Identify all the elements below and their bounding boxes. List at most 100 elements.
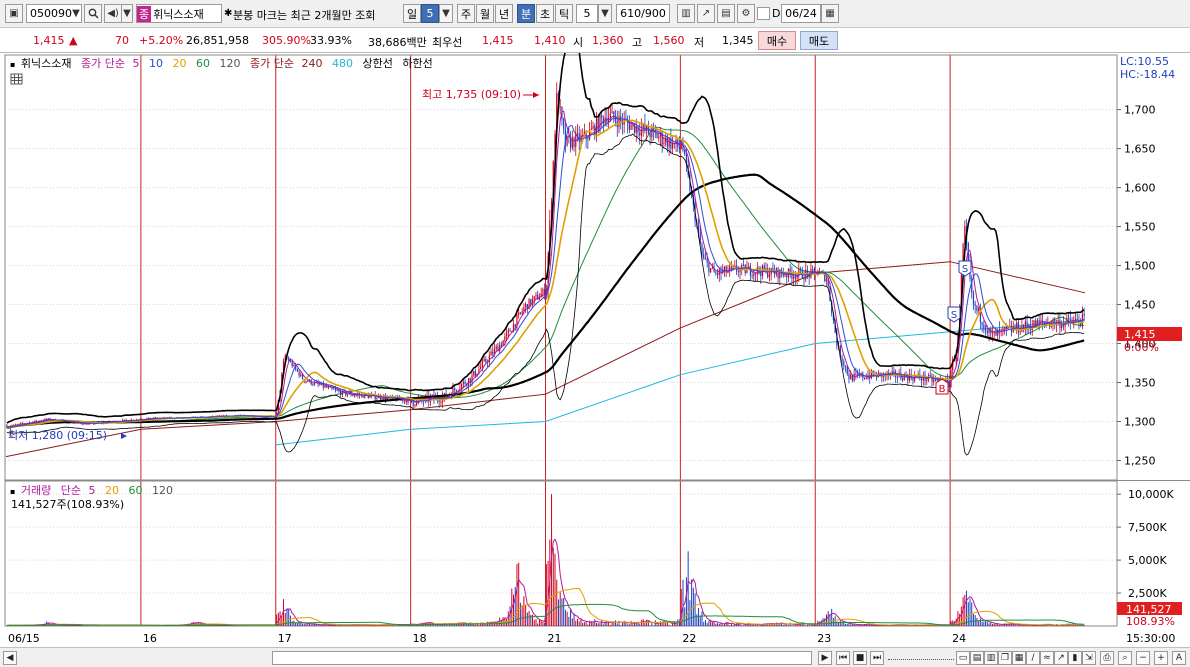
candle-body [628,123,630,130]
split-icon[interactable]: ▥ [984,651,998,665]
price-tick-label: 1,250 [1124,455,1156,468]
candle-body [663,142,665,145]
font-size-icon[interactable]: A [1172,651,1186,665]
date-input[interactable]: 06/24 [781,4,821,23]
trend-icon[interactable]: ↗ [1054,651,1068,665]
change-percent: +5.20% [139,34,184,47]
candle-body [505,332,508,337]
candle-body [976,305,978,311]
period-month-button[interactable]: 월 [476,4,494,23]
scroll-left-icon[interactable]: ◀ [3,651,17,665]
high-annotation: 최고 1,735 (09:10) [422,88,521,101]
candle-body [784,275,786,277]
candle-body [542,289,544,294]
zoom-slider[interactable] [888,651,954,665]
buy-signal-marker: B [935,378,949,395]
gear-icon[interactable]: ⚙ [737,4,755,23]
candle-body [710,268,712,273]
sell-button[interactable]: 매도 [800,31,838,50]
window-menu-icon[interactable]: ▣ [5,4,23,23]
buy-button[interactable]: 매수 [758,31,796,50]
drawing-icon[interactable]: ↗ [697,4,715,23]
horizontal-scrollbar[interactable]: ◀ ▶ ⏮ ■ ⏭ ▭ ▤ ▥ ❐ ▦ ∕ ≈ ↗ ▮ ⇲ ⎙ ⌕ − + A [0,647,1190,667]
stock-name-box[interactable]: 종 휘닉스소재 [136,4,222,23]
volume-axis: 2,500K 5,000K 7,500K 10,000K [1117,488,1174,600]
sync-icon[interactable]: ▭ [956,651,970,665]
period-tick-button[interactable]: 틱 [555,4,573,23]
count-input[interactable]: 610/900 [616,4,670,23]
zoom-out-icon[interactable]: − [1136,651,1150,665]
layout-icon[interactable]: ▤ [970,651,984,665]
interval-input[interactable]: 5 [576,4,598,23]
volume-legend-ma5: 5 [89,484,96,497]
checkbox[interactable] [757,7,770,20]
expand-icon[interactable]: ⇲ [1082,651,1096,665]
wave-icon[interactable]: ≈ [1040,651,1054,665]
candle-body [590,128,592,131]
day-dividers [140,55,951,626]
high-label: 고 [632,36,643,49]
zoom-icon[interactable]: ⌕ [1118,651,1132,665]
candle-body [1005,327,1007,329]
zoom-in-icon[interactable]: + [1154,651,1168,665]
search-icon[interactable] [84,4,102,23]
period-second-button[interactable]: 초 [536,4,554,23]
candle-body [576,133,579,135]
candle-body [296,368,298,372]
time-label: 15:30:00 [1126,632,1175,645]
candle-body [1076,318,1078,320]
low-price: 1,345 [722,34,754,47]
stock-name: 휘닉스소재 [153,7,204,21]
volume-tick-label: 10,000K [1128,488,1174,501]
candle-body [504,336,506,341]
candle-body [339,391,342,395]
scroll-right-icon[interactable]: ▶ [818,651,832,665]
price-tick-label: 1,350 [1124,377,1156,390]
candle-body [651,128,653,138]
time-tick-label: 24 [952,632,966,645]
time-tick-label: 18 [413,632,427,645]
print-icon[interactable]: ⎙ [1100,651,1114,665]
calendar-icon[interactable]: ▦ [821,4,839,23]
time-tick-label: 21 [548,632,562,645]
sell-signal-marker: S [958,260,972,277]
candle-body [563,118,565,130]
stock-type-badge: 종 [137,5,152,22]
candle-body [649,133,651,138]
current-price: 1,415 [33,34,65,47]
chart-icon[interactable]: ▦ [1012,651,1026,665]
candle-body [592,125,594,129]
candle-body [289,360,292,362]
candle-body [794,276,796,279]
skip-forward-icon[interactable]: ⏭ [870,651,884,665]
sound-dropdown-icon[interactable]: ▼ [121,4,133,23]
bar-icon[interactable]: ▮ [1068,651,1082,665]
save-icon[interactable]: ▤ [717,4,735,23]
sound-icon[interactable]: ◀) [104,4,122,23]
sell-signal-marker: S [947,306,961,323]
legend-ma60: 60 [196,57,210,70]
period-year-button[interactable]: 년 [495,4,513,23]
candle-body [521,311,523,313]
indicator-icon[interactable]: ▥ [677,4,695,23]
candle-body [806,270,809,273]
copy-icon[interactable]: ❐ [998,651,1012,665]
period-minute-button[interactable]: 분 [517,4,535,23]
table-icon[interactable] [10,73,23,85]
candle-body [742,264,745,266]
period-dropdown-icon[interactable]: ▼ [439,4,453,23]
interval-dropdown-icon[interactable]: ▼ [598,4,612,23]
candle-body [984,329,987,332]
candle-body [912,378,914,381]
candle-body [324,385,326,388]
scroll-thumb[interactable] [272,651,812,665]
code-dropdown-icon[interactable]: ▼ [70,5,82,22]
stop-icon[interactable]: ■ [853,651,867,665]
skip-back-icon[interactable]: ⏮ [836,651,850,665]
period-day-button[interactable]: 일 [403,4,421,23]
period-week-button[interactable]: 주 [457,4,475,23]
line-icon[interactable]: ∕ [1026,651,1040,665]
current-price-marker: 1,415 0.00% [1117,327,1182,354]
candle-body [500,344,503,346]
period-day-count[interactable]: 5 [421,4,439,23]
